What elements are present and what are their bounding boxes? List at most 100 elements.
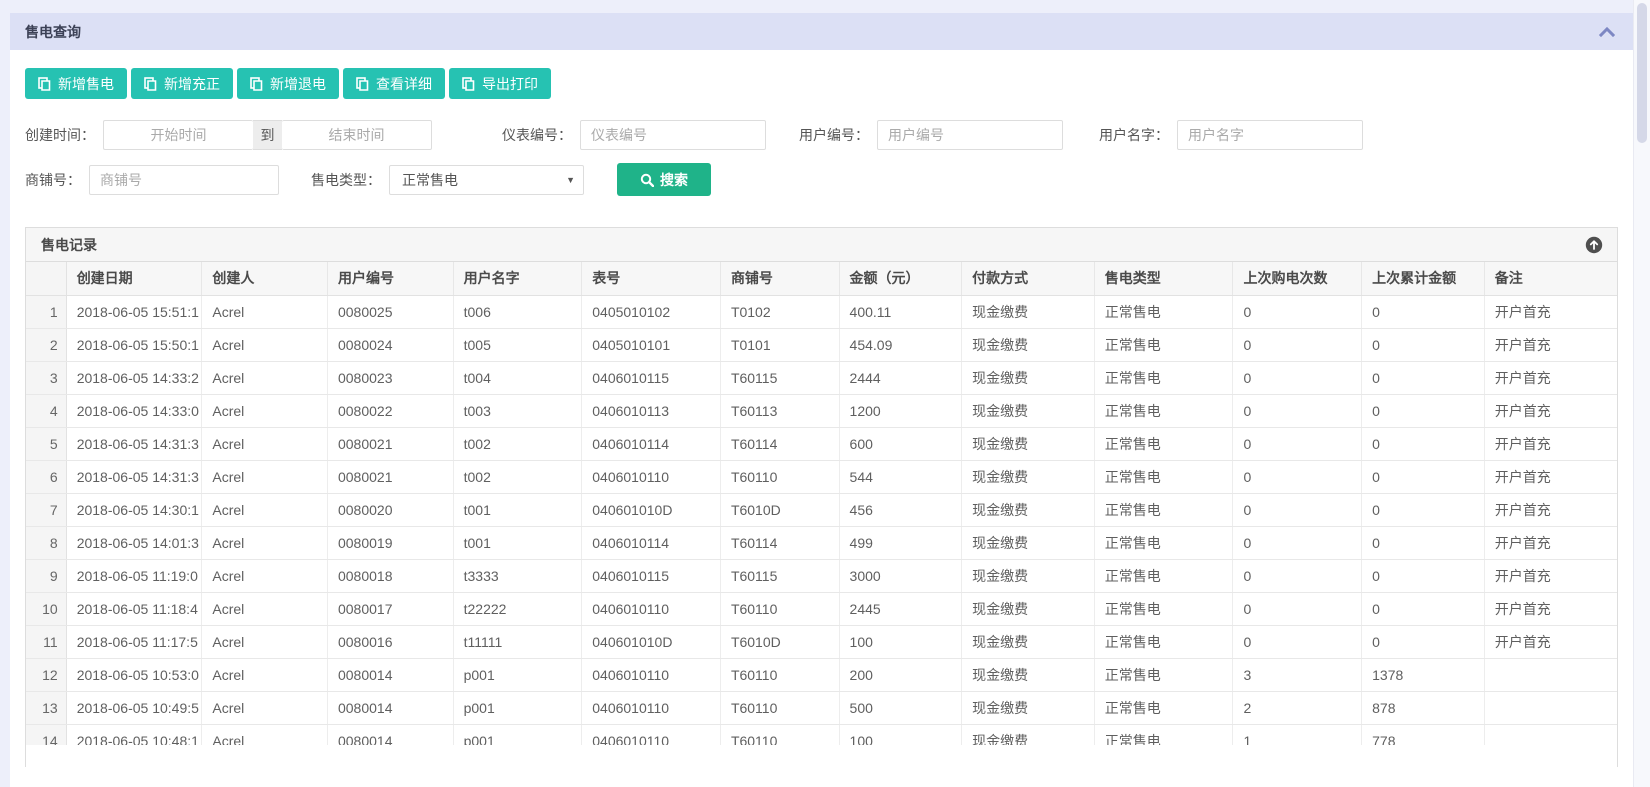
column-header: 上次累计金额 <box>1362 262 1485 295</box>
user-no-input[interactable] <box>877 120 1063 150</box>
meter-no-input[interactable] <box>580 120 766 150</box>
records-title: 售电记录 <box>41 235 97 255</box>
table-row[interactable]: 32018-06-05 14:33:2Acrel0080023t00404060… <box>26 361 1617 394</box>
table-cell: 0 <box>1233 559 1362 592</box>
table-cell: 1200 <box>839 394 962 427</box>
table-row[interactable]: 132018-06-05 10:49:5Acrel0080014p0010406… <box>26 691 1617 724</box>
table-cell: 100 <box>839 724 962 745</box>
table-cell: 开户首充 <box>1484 427 1617 460</box>
filter-row-1: 创建时间： 到 仪表编号： 用户编号： 用户名字： <box>25 120 1618 150</box>
start-time-input[interactable] <box>103 120 253 150</box>
table-row[interactable]: 112018-06-05 11:17:5Acrel0080016t1111104… <box>26 625 1617 658</box>
table-cell: 0 <box>1233 328 1362 361</box>
table-cell: 0406010110 <box>582 691 721 724</box>
table-cell: 0406010115 <box>582 361 721 394</box>
table-cell: 2018-06-05 14:33:2 <box>66 361 202 394</box>
table-cell: 2018-06-05 10:48:1 <box>66 724 202 745</box>
table-cell: 0080022 <box>327 394 453 427</box>
table-row[interactable]: 102018-06-05 11:18:4Acrel0080017t2222204… <box>26 592 1617 625</box>
table-cell: 2445 <box>839 592 962 625</box>
column-header: 创建人 <box>202 262 328 295</box>
date-range-group: 到 <box>103 120 432 150</box>
table-cell: p001 <box>453 658 582 691</box>
row-index-cell: 9 <box>26 559 66 592</box>
toolbar-button-new-correction[interactable]: 新增充正 <box>131 68 233 99</box>
table-cell: t001 <box>453 526 582 559</box>
row-index-cell: 6 <box>26 460 66 493</box>
table-cell: 040601010D <box>582 493 721 526</box>
toolbar-button-new-sale[interactable]: 新增售电 <box>25 68 127 99</box>
table-cell: 正常售电 <box>1094 328 1233 361</box>
toolbar-button-export-print[interactable]: 导出打印 <box>449 68 551 99</box>
table-row[interactable]: 12018-06-05 15:51:1Acrel0080025t00604050… <box>26 295 1617 328</box>
scrollbar-thumb[interactable] <box>1637 3 1647 143</box>
table-row[interactable]: 82018-06-05 14:01:3Acrel0080019t00104060… <box>26 526 1617 559</box>
table-cell: Acrel <box>202 328 328 361</box>
table-row[interactable]: 22018-06-05 15:50:1Acrel0080024t00504050… <box>26 328 1617 361</box>
toolbar-button-view-detail[interactable]: 查看详细 <box>343 68 445 99</box>
table-cell: 0080023 <box>327 361 453 394</box>
table-cell: t003 <box>453 394 582 427</box>
table-row[interactable]: 142018-06-05 10:48:1Acrel0080014p0010406… <box>26 724 1617 745</box>
table-row[interactable]: 62018-06-05 14:31:3Acrel0080021t00204060… <box>26 460 1617 493</box>
table-cell: 3000 <box>839 559 962 592</box>
toolbar-button-label: 新增售电 <box>58 74 114 94</box>
column-header: 用户名字 <box>453 262 582 295</box>
table-cell: 现金缴费 <box>962 559 1095 592</box>
row-index-cell: 11 <box>26 625 66 658</box>
table-cell: 0080014 <box>327 658 453 691</box>
table-cell: T0101 <box>720 328 839 361</box>
table-cell: 0080014 <box>327 724 453 745</box>
table-cell: 2444 <box>839 361 962 394</box>
search-button-label: 搜索 <box>660 170 688 190</box>
table-cell: 2018-06-05 10:53:0 <box>66 658 202 691</box>
shop-no-input[interactable] <box>89 165 279 195</box>
user-name-input[interactable] <box>1177 120 1363 150</box>
scroll-top-icon[interactable] <box>1585 236 1603 254</box>
table-cell: p001 <box>453 691 582 724</box>
table-cell: 0080018 <box>327 559 453 592</box>
column-header: 售电类型 <box>1094 262 1233 295</box>
meter-no-label: 仪表编号： <box>502 125 572 145</box>
records-table: 创建日期创建人用户编号用户名字表号商铺号金额（元）付款方式售电类型上次购电次数上… <box>26 262 1617 745</box>
table-row[interactable]: 72018-06-05 14:30:1Acrel0080020t00104060… <box>26 493 1617 526</box>
table-row[interactable]: 52018-06-05 14:31:3Acrel0080021t00204060… <box>26 427 1617 460</box>
collapse-page-icon[interactable] <box>1599 26 1615 37</box>
table-cell: T6010D <box>720 493 839 526</box>
page-scrollbar[interactable] <box>1633 0 1650 787</box>
sale-type-select[interactable]: 正常售电 ▼ <box>389 165 584 195</box>
table-row[interactable]: 42018-06-05 14:33:0Acrel0080022t00304060… <box>26 394 1617 427</box>
table-row[interactable]: 122018-06-05 10:53:0Acrel0080014p0010406… <box>26 658 1617 691</box>
table-cell: 开户首充 <box>1484 625 1617 658</box>
row-index-cell: 8 <box>26 526 66 559</box>
toolbar-button-new-refund[interactable]: 新增退电 <box>237 68 339 99</box>
table-cell: 0 <box>1362 625 1485 658</box>
table-cell: 0406010115 <box>582 559 721 592</box>
table-cell: 2018-06-05 11:19:0 <box>66 559 202 592</box>
table-cell: t3333 <box>453 559 582 592</box>
table-cell: 0406010113 <box>582 394 721 427</box>
row-index-cell: 1 <box>26 295 66 328</box>
table-cell: 600 <box>839 427 962 460</box>
table-cell: 040601010D <box>582 625 721 658</box>
search-button[interactable]: 搜索 <box>617 163 711 196</box>
table-cell: 0080020 <box>327 493 453 526</box>
table-cell: 0 <box>1233 460 1362 493</box>
table-header-row: 创建日期创建人用户编号用户名字表号商铺号金额（元）付款方式售电类型上次购电次数上… <box>26 262 1617 295</box>
table-cell: 500 <box>839 691 962 724</box>
create-time-label: 创建时间： <box>25 125 95 145</box>
table-cell: 开户首充 <box>1484 592 1617 625</box>
table-cell: 2018-06-05 15:50:1 <box>66 328 202 361</box>
table-cell: 454.09 <box>839 328 962 361</box>
page-header: 售电查询 <box>10 13 1633 50</box>
table-cell: 456 <box>839 493 962 526</box>
table-cell: 开户首充 <box>1484 493 1617 526</box>
date-to-separator: 到 <box>253 120 282 150</box>
table-cell: 现金缴费 <box>962 361 1095 394</box>
end-time-input[interactable] <box>282 120 432 150</box>
row-index-cell: 10 <box>26 592 66 625</box>
table-row[interactable]: 92018-06-05 11:19:0Acrel0080018t33330406… <box>26 559 1617 592</box>
search-icon <box>640 173 654 187</box>
table-cell: 0406010110 <box>582 658 721 691</box>
page-title: 售电查询 <box>25 22 81 42</box>
